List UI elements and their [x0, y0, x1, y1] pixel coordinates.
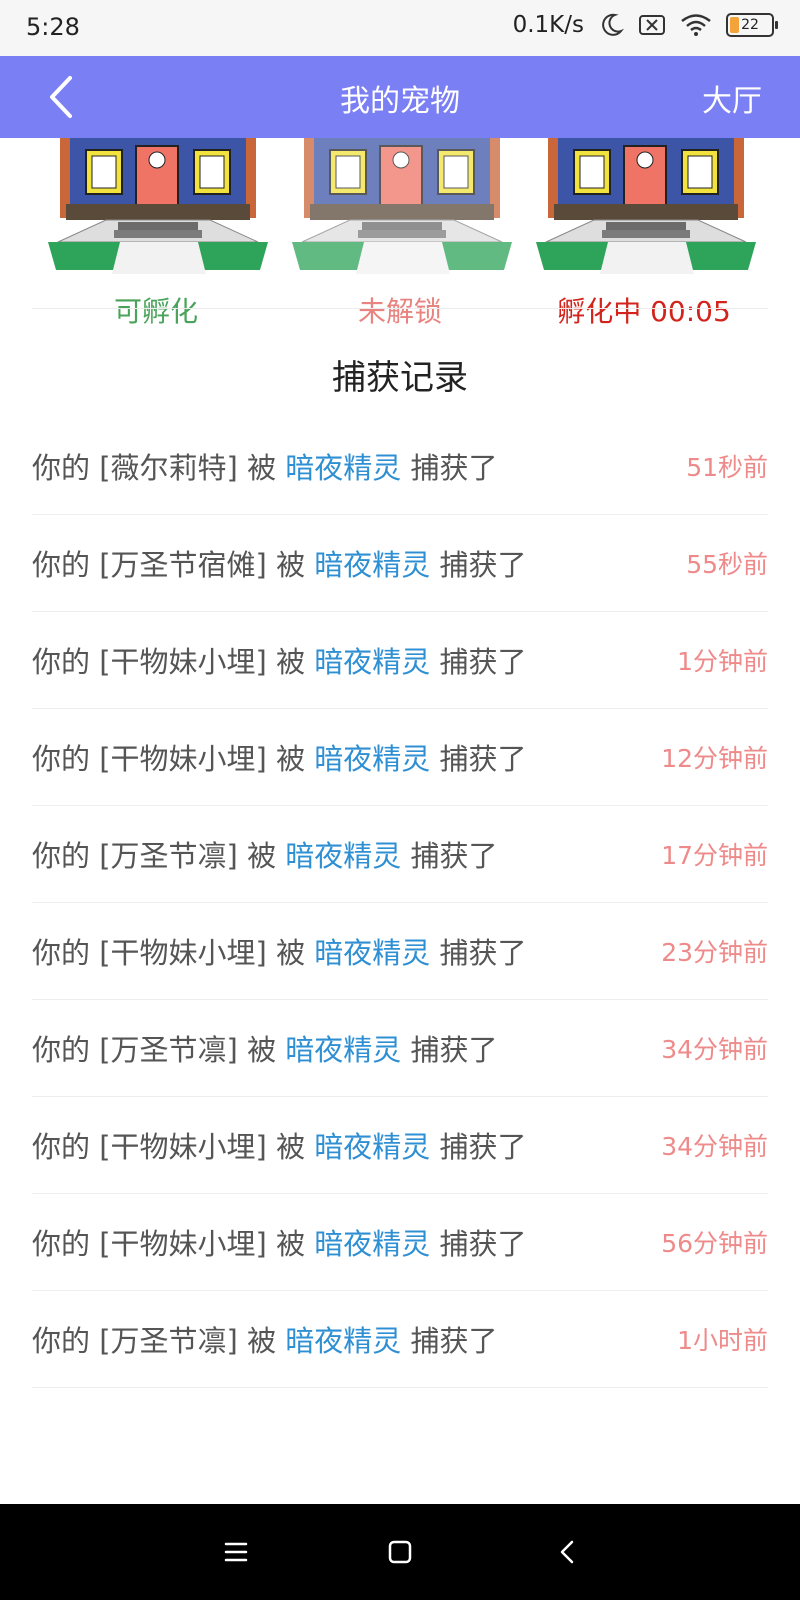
section-title: 捕获记录: [332, 358, 468, 398]
record-prefix: 你的 [干物妹小埋] 被: [32, 742, 315, 776]
record-time: 12分钟前: [661, 744, 768, 773]
record-time: 17分钟前: [661, 841, 768, 870]
list-item: 你的 [万圣节宿傩] 被 暗夜精灵 捕获了 55秒前: [32, 515, 768, 612]
catcher-name[interactable]: 暗夜精灵: [314, 548, 430, 582]
catcher-name[interactable]: 暗夜精灵: [285, 451, 401, 485]
house-status-locked: 未解锁: [357, 295, 442, 328]
status-icons: 0.1K/s 22: [512, 12, 778, 38]
status-bar: 5:28 0.1K/s 22: [0, 0, 800, 56]
record-time: 23分钟前: [661, 938, 768, 967]
list-item: 你的 [万圣节凛] 被 暗夜精灵 捕获了 34分钟前: [32, 1000, 768, 1097]
record-message: 你的 [干物妹小埋] 被 暗夜精灵 捕获了: [32, 930, 527, 972]
capture-record-list: 你的 [薇尔莉特] 被 暗夜精灵 捕获了 51秒前 你的 [万圣节宿傩] 被 暗…: [32, 418, 768, 1388]
record-suffix: 捕获了: [430, 936, 527, 970]
back-icon[interactable]: [548, 1532, 588, 1572]
list-item: 你的 [干物妹小埋] 被 暗夜精灵 捕获了 1分钟前: [32, 612, 768, 709]
pet-house-image[interactable]: [48, 138, 268, 280]
battery-icon: 22: [726, 13, 778, 37]
list-item: 你的 [薇尔莉特] 被 暗夜精灵 捕获了 51秒前: [32, 418, 768, 515]
hall-button[interactable]: 大厅: [702, 76, 762, 120]
record-message: 你的 [薇尔莉特] 被 暗夜精灵 捕获了: [32, 445, 498, 487]
list-item: 你的 [干物妹小埋] 被 暗夜精灵 捕获了 23分钟前: [32, 903, 768, 1000]
wifi-icon: [681, 14, 711, 36]
sim-x-icon: [639, 15, 665, 35]
record-prefix: 你的 [干物妹小埋] 被: [32, 645, 315, 679]
record-time: 1小时前: [677, 1326, 768, 1355]
record-time: 55秒前: [686, 550, 768, 579]
house-status-hatching: 孵化中 00:05: [557, 295, 731, 328]
divider: [32, 308, 768, 309]
record-message: 你的 [干物妹小埋] 被 暗夜精灵 捕获了: [32, 1124, 527, 1166]
catcher-name[interactable]: 暗夜精灵: [314, 1130, 430, 1164]
record-prefix: 你的 [万圣节宿傩] 被: [32, 548, 315, 582]
page-title: 我的宠物: [340, 84, 460, 119]
record-time: 1分钟前: [677, 647, 768, 676]
moon-icon: [602, 13, 624, 36]
record-message: 你的 [万圣节凛] 被 暗夜精灵 捕获了: [32, 1318, 498, 1360]
record-suffix: 捕获了: [430, 548, 527, 582]
list-item: 你的 [万圣节凛] 被 暗夜精灵 捕获了 17分钟前: [32, 806, 768, 903]
app-bar: 我的宠物 大厅: [0, 56, 800, 138]
system-nav-bar: [0, 1504, 800, 1600]
record-suffix: 捕获了: [401, 451, 498, 485]
catcher-name[interactable]: 暗夜精灵: [314, 1227, 430, 1261]
catcher-name[interactable]: 暗夜精灵: [285, 839, 401, 873]
record-prefix: 你的 [干物妹小埋] 被: [32, 1130, 315, 1164]
menu-icon[interactable]: [216, 1532, 256, 1572]
record-message: 你的 [干物妹小埋] 被 暗夜精灵 捕获了: [32, 639, 527, 681]
record-prefix: 你的 [万圣节凛] 被: [32, 1324, 286, 1358]
record-message: 你的 [万圣节宿傩] 被 暗夜精灵 捕获了: [32, 542, 527, 584]
record-time: 51秒前: [686, 453, 768, 482]
house-status-hatchable: 可孵化: [113, 295, 198, 328]
pet-house-image[interactable]: [536, 138, 756, 280]
catcher-name[interactable]: 暗夜精灵: [285, 1033, 401, 1067]
record-prefix: 你的 [万圣节凛] 被: [32, 1033, 286, 1067]
record-suffix: 捕获了: [401, 1033, 498, 1067]
battery-level: 22: [741, 17, 759, 33]
record-time: 56分钟前: [661, 1229, 768, 1258]
record-suffix: 捕获了: [401, 839, 498, 873]
pet-house-image[interactable]: [292, 138, 512, 280]
record-prefix: 你的 [干物妹小埋] 被: [32, 936, 315, 970]
record-time: 34分钟前: [661, 1132, 768, 1161]
record-suffix: 捕获了: [430, 742, 527, 776]
list-item: 你的 [干物妹小埋] 被 暗夜精灵 捕获了 56分钟前: [32, 1194, 768, 1291]
record-suffix: 捕获了: [430, 1227, 527, 1261]
record-suffix: 捕获了: [430, 645, 527, 679]
network-speed: 0.1K/s: [512, 12, 584, 38]
home-icon[interactable]: [380, 1532, 420, 1572]
record-time: 34分钟前: [661, 1035, 768, 1064]
list-item: 你的 [干物妹小埋] 被 暗夜精灵 捕获了 12分钟前: [32, 709, 768, 806]
catcher-name[interactable]: 暗夜精灵: [285, 1324, 401, 1358]
record-prefix: 你的 [万圣节凛] 被: [32, 839, 286, 873]
record-prefix: 你的 [薇尔莉特] 被: [32, 451, 286, 485]
record-prefix: 你的 [干物妹小埋] 被: [32, 1227, 315, 1261]
status-time: 5:28: [26, 13, 80, 41]
list-item: 你的 [干物妹小埋] 被 暗夜精灵 捕获了 34分钟前: [32, 1097, 768, 1194]
record-message: 你的 [万圣节凛] 被 暗夜精灵 捕获了: [32, 833, 498, 875]
record-message: 你的 [干物妹小埋] 被 暗夜精灵 捕获了: [32, 1221, 527, 1263]
record-suffix: 捕获了: [430, 1130, 527, 1164]
record-suffix: 捕获了: [401, 1324, 498, 1358]
record-message: 你的 [万圣节凛] 被 暗夜精灵 捕获了: [32, 1027, 498, 1069]
record-message: 你的 [干物妹小埋] 被 暗夜精灵 捕获了: [32, 736, 527, 778]
catcher-name[interactable]: 暗夜精灵: [314, 742, 430, 776]
list-item: 你的 [万圣节凛] 被 暗夜精灵 捕获了 1小时前: [32, 1291, 768, 1388]
catcher-name[interactable]: 暗夜精灵: [314, 936, 430, 970]
catcher-name[interactable]: 暗夜精灵: [314, 645, 430, 679]
